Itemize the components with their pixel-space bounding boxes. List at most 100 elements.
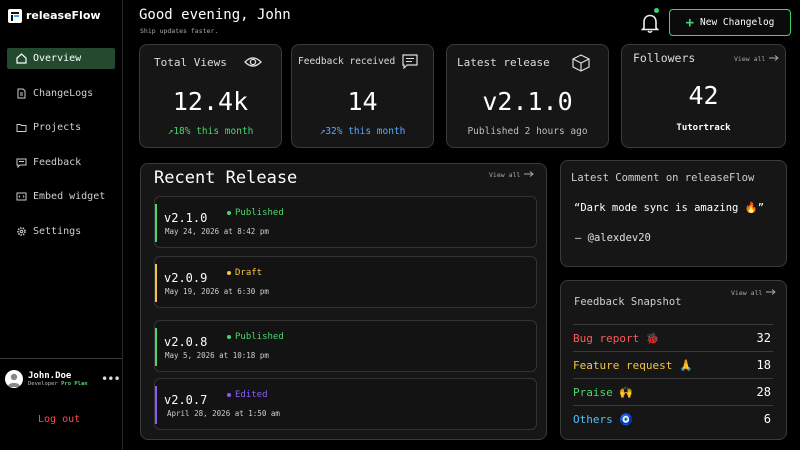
release-item[interactable]: v2.1.0 Published May 24, 2026 at 8:42 pm (154, 196, 537, 248)
arrow-right-icon (769, 55, 780, 63)
sidebar-item-label: ChangeLogs (33, 87, 94, 99)
arrow-right-icon (524, 171, 535, 179)
section-title: Latest Comment on releaseFlow (571, 172, 755, 184)
stat-sub: Tutortrack (676, 123, 731, 133)
release-version: v2.0.7 (164, 393, 208, 407)
stat-card-views: Total Views 12.4k ↗18% this month (139, 44, 282, 148)
stat-trend: ↗32% this month (319, 126, 406, 137)
stat-value: v2.1.0 (482, 87, 573, 116)
feedback-count: 28 (756, 385, 771, 399)
status-text: Edited (235, 390, 268, 400)
status-text: Draft (235, 268, 263, 278)
sidebar-item-embed-widget[interactable]: Embed widget (7, 186, 115, 207)
status-text: Published (235, 208, 284, 218)
status-bar (155, 386, 157, 424)
followers-view-all-link[interactable]: View all (734, 55, 780, 63)
feedback-row-bug-report[interactable]: Bug report 🐞 32 (573, 324, 773, 351)
chat-icon (402, 54, 418, 73)
releases-view-all-link[interactable]: View all (489, 171, 535, 179)
section-title: Recent Release (154, 168, 298, 188)
stat-value: 42 (688, 81, 719, 110)
feedback-row-others[interactable]: Others 🧿 6 (573, 405, 773, 432)
release-version: v2.1.0 (164, 211, 208, 225)
page-title: Good evening, John (139, 7, 291, 23)
eye-icon (244, 54, 262, 73)
status-bar (155, 204, 157, 242)
stat-title: Feedback received (298, 56, 396, 67)
feedback-label: Bug report 🐞 (573, 331, 660, 345)
feedback-count: 32 (756, 331, 771, 345)
status-badge: Published (227, 332, 284, 342)
more-options-icon[interactable]: ••• (101, 372, 121, 386)
latest-comment-panel: Latest Comment on releaseFlow “Dark mode… (560, 160, 787, 267)
feedback-label: Feature request 🙏 (573, 358, 693, 372)
view-all-label: View all (731, 289, 763, 297)
release-item[interactable]: v2.0.9 Draft May 19, 2026 at 6:30 pm (154, 256, 537, 308)
status-text: Published (235, 332, 284, 342)
stat-value: 14 (347, 87, 378, 116)
sidebar-nav: Overview ChangeLogs Projects Feedback Em… (7, 48, 115, 255)
status-bar (155, 328, 157, 366)
sidebar-item-changelogs[interactable]: ChangeLogs (7, 83, 115, 104)
comment-author[interactable]: – @alexdev20 (575, 232, 651, 244)
view-all-label: View all (489, 171, 521, 179)
bell-icon (640, 14, 660, 38)
new-changelog-label: New Changelog (700, 17, 775, 28)
stat-value: 12.4k (172, 87, 249, 116)
user-plan-badge: Pro Plan (61, 381, 88, 387)
sidebar-item-label: Settings (33, 225, 82, 237)
view-all-label: View all (734, 55, 766, 63)
feedback-label: Praise 🙌 (573, 385, 634, 399)
sidebar-item-label: Overview (33, 53, 82, 64)
release-item[interactable]: v2.0.8 Published May 5, 2026 at 10:18 pm (154, 320, 537, 372)
status-badge: Edited (227, 390, 268, 400)
code-icon (16, 191, 27, 202)
page-subtitle: Ship updates faster. (140, 27, 219, 35)
sidebar-item-settings[interactable]: Settings (7, 221, 115, 242)
document-icon (16, 88, 27, 99)
stat-card-feedback: Feedback received 14 ↗32% this month (291, 44, 434, 148)
sidebar-divider (0, 358, 122, 359)
feedback-snapshot-panel: Feedback Snapshot View all Bug report 🐞 … (560, 280, 787, 440)
notifications-button[interactable] (640, 8, 661, 34)
logout-button[interactable]: Log out (38, 414, 80, 425)
stat-trend: ↗18% this month (167, 126, 254, 137)
release-version: v2.0.9 (164, 271, 208, 285)
sidebar-item-label: Embed widget (33, 191, 106, 202)
sidebar-item-feedback[interactable]: Feedback (7, 152, 115, 173)
sidebar: releaseFlow Overview ChangeLogs Projects… (0, 0, 123, 450)
stat-sub: Published 2 hours ago (467, 126, 588, 137)
gear-icon (16, 226, 27, 237)
avatar (5, 370, 23, 388)
stat-title: Total Views (154, 56, 227, 69)
feedback-count: 18 (756, 358, 771, 372)
arrow-right-icon (766, 289, 777, 297)
user-role-text: Developer (28, 381, 58, 387)
release-version: v2.0.8 (164, 335, 208, 349)
home-icon (16, 53, 27, 64)
sidebar-item-projects[interactable]: Projects (7, 117, 115, 138)
user-role: Developer Pro Plan (28, 381, 88, 387)
section-title: Feedback Snapshot (574, 296, 682, 308)
app-name: releaseFlow (26, 8, 101, 22)
notification-dot (654, 8, 659, 13)
feedback-label: Others 🧿 (573, 412, 634, 426)
status-badge: Draft (227, 268, 262, 278)
feedback-count: 6 (763, 412, 771, 426)
app-logo[interactable]: releaseFlow (8, 8, 101, 23)
sidebar-item-label: Feedback (33, 156, 82, 168)
package-icon (572, 54, 590, 76)
feedback-row-praise[interactable]: Praise 🙌 28 (573, 378, 773, 405)
feedback-view-all-link[interactable]: View all (731, 289, 777, 297)
new-changelog-button[interactable]: + New Changelog (669, 9, 791, 36)
folder-icon (16, 122, 27, 133)
feedback-row-feature-request[interactable]: Feature request 🙏 18 (573, 351, 773, 378)
logo-icon (8, 8, 22, 23)
release-date: May 19, 2026 at 6:30 pm (165, 287, 269, 296)
release-item[interactable]: v2.0.7 Edited April 28, 2026 at 1:50 am (154, 378, 537, 430)
user-profile[interactable]: John.Doe Developer Pro Plan ••• (5, 370, 121, 388)
status-badge: Published (227, 208, 284, 218)
comment-text: “Dark mode sync is amazing 🔥” (574, 202, 765, 214)
plus-icon: + (685, 14, 695, 31)
sidebar-item-overview[interactable]: Overview (7, 48, 115, 69)
